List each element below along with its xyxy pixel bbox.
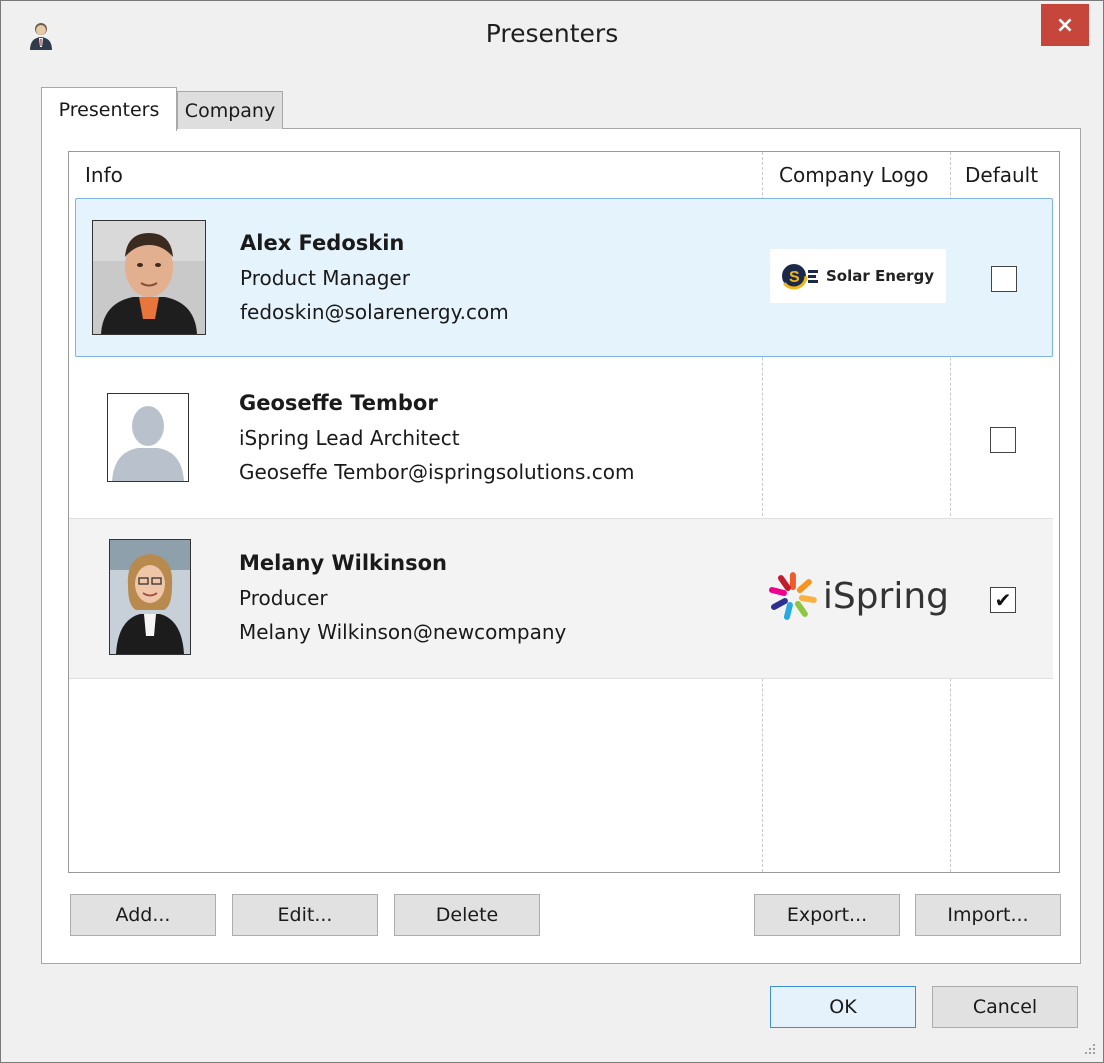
presenter-email: Melany Wilkinson@newcompany bbox=[239, 620, 567, 644]
company-logo-solar-energy: S Solar Energy bbox=[770, 249, 946, 303]
presenter-row-melany-wilkinson[interactable]: Melany Wilkinson Producer Melany Wilkins… bbox=[69, 519, 1053, 679]
presenter-row-geoseffe-tembor[interactable]: Geoseffe Tembor iSpring Lead Architect G… bbox=[69, 359, 1053, 519]
ok-button[interactable]: OK bbox=[770, 986, 916, 1028]
tab-company[interactable]: Company bbox=[177, 91, 283, 129]
import-button[interactable]: Import... bbox=[915, 894, 1061, 936]
presenter-email: fedoskin@solarenergy.com bbox=[240, 300, 509, 324]
column-header-company-logo[interactable]: Company Logo bbox=[779, 152, 928, 197]
presenter-photo bbox=[109, 539, 191, 655]
default-checkbox[interactable] bbox=[991, 266, 1017, 292]
export-button[interactable]: Export... bbox=[754, 894, 900, 936]
edit-button[interactable]: Edit... bbox=[232, 894, 378, 936]
resize-grip-icon[interactable] bbox=[1081, 1040, 1097, 1056]
presenter-photo-placeholder bbox=[107, 393, 189, 482]
presenters-list[interactable]: Info Company Logo Default Alex Fedoskin … bbox=[68, 151, 1060, 873]
company-logo-ispring: iSpring bbox=[767, 569, 949, 623]
presenter-title: Producer bbox=[239, 586, 328, 610]
title-bar: Presenters × bbox=[1, 1, 1103, 67]
cancel-button[interactable]: Cancel bbox=[932, 986, 1078, 1028]
presenters-dialog: Presenters × Presenters Company Info Com… bbox=[0, 0, 1104, 1063]
column-header-default[interactable]: Default bbox=[965, 152, 1038, 197]
presenter-name: Alex Fedoskin bbox=[240, 231, 405, 255]
ispring-logo-icon bbox=[768, 572, 817, 620]
column-header-info[interactable]: Info bbox=[85, 152, 123, 197]
default-checkbox-checked[interactable]: ✔ bbox=[990, 587, 1016, 613]
default-checkbox[interactable] bbox=[990, 427, 1016, 453]
window-title: Presenters bbox=[485, 19, 619, 48]
delete-button[interactable]: Delete bbox=[394, 894, 540, 936]
presenter-name: Geoseffe Tembor bbox=[239, 391, 438, 415]
presenter-email: Geoseffe Tembor@ispringsolutions.com bbox=[239, 460, 635, 484]
close-icon: × bbox=[1055, 12, 1075, 38]
presenter-title: Product Manager bbox=[240, 266, 410, 290]
presenter-row-alex-fedoskin[interactable]: Alex Fedoskin Product Manager fedoskin@s… bbox=[75, 198, 1053, 357]
solar-energy-logo-icon: S bbox=[780, 262, 818, 290]
add-button[interactable]: Add... bbox=[70, 894, 216, 936]
tab-presenters[interactable]: Presenters bbox=[41, 87, 177, 131]
presenter-name: Melany Wilkinson bbox=[239, 551, 448, 575]
svg-text:S: S bbox=[789, 269, 800, 286]
presenter-photo bbox=[92, 220, 206, 335]
company-logo-text: Solar Energy bbox=[826, 267, 935, 285]
company-logo-text: iSpring bbox=[822, 575, 949, 617]
close-button[interactable]: × bbox=[1041, 4, 1089, 46]
presenter-title: iSpring Lead Architect bbox=[239, 426, 460, 450]
